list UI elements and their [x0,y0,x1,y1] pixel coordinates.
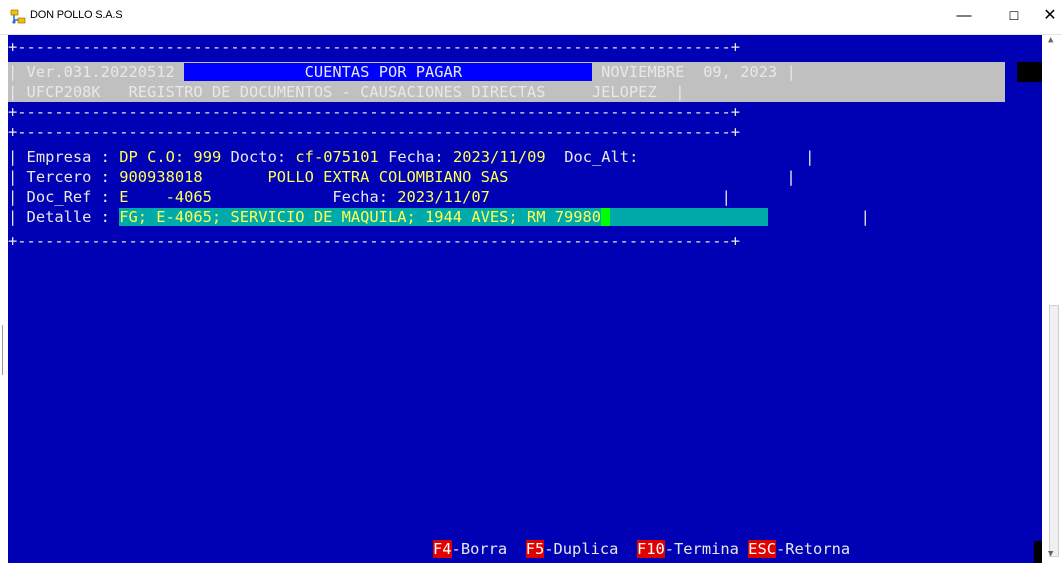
docref-value[interactable]: E -4065 [119,188,212,206]
function-key-bar: F4-Borra F5-Duplica F10-Termina ESC-Reto… [433,539,850,559]
docto-label: Docto: [230,148,287,166]
left-gutter [0,35,8,563]
fecha2-label: Fecha: [332,188,388,206]
pipe: | [8,168,27,186]
border-bottom: +---------------------------------------… [8,232,741,250]
screen-title: REGISTRO DE DOCUMENTOS - CAUSACIONES DIR… [128,83,546,101]
detalle-input[interactable]: FG; E-4065; SERVICIO DE MAQUILA; 1944 AV… [119,208,768,226]
pipe: | [786,168,796,186]
pipe: | [786,63,796,81]
user-name: JELOPEZ [591,83,657,101]
row-tercero: | Tercero : 900938018 POLLO EXTRA COLOMB… [8,167,796,187]
pipe: | [8,148,27,166]
docto-value[interactable]: cf-075101 [295,148,378,166]
vertical-scrollbar[interactable]: ▲ ▼ [1042,35,1062,563]
pipe: | [8,83,27,101]
border-mid: +---------------------------------------… [8,123,741,141]
empresa-value[interactable]: DP [119,148,138,166]
pipe: | [8,63,27,81]
header-border-bottom: +---------------------------------------… [8,103,741,121]
pipe: | [860,208,870,226]
gutter-mark [2,325,3,375]
close-button[interactable]: ✕ [1040,6,1060,26]
border-top: +---------------------------------------… [8,38,741,56]
esc-label[interactable]: -Retorna [776,540,850,558]
date-day-year: 09, 2023 [703,63,778,81]
docalt-label: Doc_Alt: [564,148,639,166]
detalle-label: Detalle : [26,208,110,226]
terminal-screen[interactable]: +---------------------------------------… [8,35,1042,563]
f10-key[interactable]: F10 [636,540,665,558]
bottom-status-block [1034,541,1042,563]
row-detalle: | Detalle : FG; E-4065; SERVICIO DE MAQU… [8,207,870,227]
row-empresa: | Empresa : DP C.O: 999 Docto: cf-075101… [8,147,814,167]
pipe: | [805,148,815,166]
pipe: | [721,188,731,206]
esc-key[interactable]: ESC [748,540,776,558]
app-network-icon [10,9,26,24]
tercero-name: POLLO EXTRA COLOMBIANO SAS [267,168,509,186]
pipe: | [8,208,27,226]
fecha2-value[interactable]: 2023/11/07 [397,188,490,206]
scroll-up-arrow-icon[interactable]: ▲ [1048,35,1053,45]
fecha-value[interactable]: 2023/11/09 [453,148,546,166]
version-text: Ver.031.20220512 [26,63,175,81]
header-row-2: | UFCP208K REGISTRO DE DOCUMENTOS - CAUS… [8,82,1005,102]
window-title: DON POLLO S.A.S [30,9,123,21]
empresa-label: Empresa : [26,148,110,166]
f4-key[interactable]: F4 [433,540,452,558]
docref-label: Doc_Ref : [26,188,110,206]
side-status-block [1017,62,1042,82]
pipe: | [675,83,685,101]
maximize-button[interactable]: ☐ [1004,6,1024,26]
pipe: | [8,188,27,206]
date-month: NOVIEMBRE [601,63,685,81]
row-docref: | Doc_Ref : E -4065 Fecha: 2023/11/07 | [8,187,731,207]
co-value[interactable]: 999 [193,148,221,166]
tercero-label: Tercero : [26,168,110,186]
f5-label[interactable]: -Duplica [544,540,618,558]
fecha-label: Fecha: [388,148,444,166]
program-code: UFCP208K [26,83,101,101]
f5-key[interactable]: F5 [525,540,545,558]
co-label: C.O: [147,148,185,166]
text-cursor [601,208,611,226]
module-title: CUENTAS POR PAGAR [184,63,592,81]
header-row-1: | Ver.031.20220512 CUENTAS POR PAGAR NOV… [8,62,1005,82]
window-title-bar[interactable]: DON POLLO S.A.S — ☐ ✕ [0,0,1062,35]
scroll-thumb[interactable] [1049,305,1059,557]
f4-label[interactable]: -Borra [452,540,508,558]
tercero-value[interactable]: 900938018 [119,168,202,186]
f10-label[interactable]: -Termina [665,540,739,558]
scroll-down-arrow-icon[interactable]: ▼ [1048,549,1053,559]
minimize-button[interactable]: — [954,6,974,26]
